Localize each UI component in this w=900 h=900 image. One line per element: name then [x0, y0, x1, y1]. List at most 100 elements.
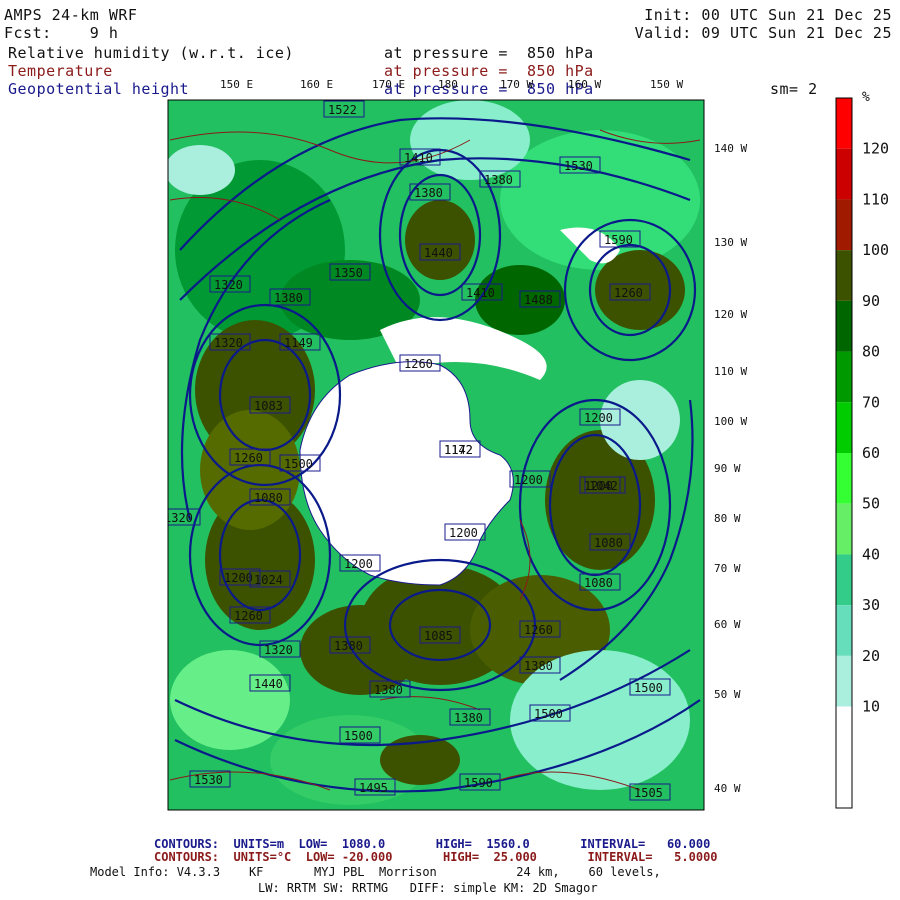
colorbar-label: 110: [862, 190, 889, 208]
colorbar-label: 90: [862, 292, 880, 310]
colorbar-swatch: [836, 98, 852, 149]
colorbar-swatch: [836, 554, 852, 606]
height-label: 1200: [449, 526, 478, 540]
height-label: 1380: [274, 291, 303, 305]
top-lon-label: 170 W: [500, 78, 533, 91]
height-label: 1260: [404, 357, 433, 371]
height-label: 1500: [534, 707, 563, 721]
height-label: 1380: [334, 639, 363, 653]
colorbar-label: 70: [862, 393, 880, 411]
height-label: 1200: [224, 571, 253, 585]
height-label: 1380: [414, 186, 443, 200]
colorbar-unit: %: [862, 90, 870, 105]
colorbar-swatch: [836, 148, 852, 200]
height-label: 1200: [344, 557, 373, 571]
right-lon-label: 80 W: [714, 512, 741, 525]
height-label: 1083: [254, 399, 283, 413]
colorbar-swatch: [836, 757, 852, 808]
colorbar-swatch: [836, 351, 852, 403]
height-label: 1500: [284, 457, 313, 471]
colorbar-swatch: [836, 605, 852, 656]
colorbar-label: 80: [862, 343, 880, 361]
height-label: 1380: [454, 711, 483, 725]
height-label: 1440: [254, 677, 283, 691]
colorbar-label: 10: [862, 698, 880, 716]
top-lon-label: 170 E: [372, 78, 405, 91]
height-label: 1320: [264, 643, 293, 657]
colorbar-label: 120: [862, 140, 889, 158]
right-lon-label: 120 W: [714, 308, 747, 321]
right-longitude-labels: 140 W 130 W 120 W 110 W 100 W 90 W 80 W 70 W 60 …: [714, 142, 747, 795]
height-label: 1495: [359, 781, 388, 795]
weather-map: 1522 1410 1380 1380 1530 1590 1440 1410 1488 1320…: [167, 78, 889, 811]
height-label: 1505: [634, 786, 663, 800]
right-lon-label: 140 W: [714, 142, 747, 155]
height-label: 1172: [444, 443, 473, 457]
height-label: 1590: [464, 776, 493, 790]
model-info: Model Info: V4.3.3 KF MYJ PBL Morrison 2…: [90, 865, 661, 879]
height-label: 1350: [334, 266, 363, 280]
height-label: 1380: [374, 683, 403, 697]
colorbar-label: 100: [862, 241, 889, 259]
height-label: 1080: [254, 491, 283, 505]
colorbar-label: 20: [862, 647, 880, 665]
height-label: 1080: [584, 576, 613, 590]
height-label: 1590: [604, 233, 633, 247]
colorbar-labels: 120 110 100 90 80 70 60 50 40 30 20 10: [862, 140, 889, 716]
top-lon-label: 150 W: [650, 78, 683, 91]
top-lon-label: 160 E: [300, 78, 333, 91]
height-label: 1080: [594, 536, 623, 550]
height-label: 1530: [194, 773, 223, 787]
height-label: 1440: [424, 246, 453, 260]
physics-info: LW: RRTM SW: RRTMG DIFF: simple KM: 2D S…: [258, 881, 598, 895]
colorbar-swatch: [836, 402, 852, 453]
colorbar-label: 30: [862, 596, 880, 614]
temperature-contour-info: CONTOURS: UNITS=°C LOW= -20.000 HIGH= 25…: [154, 850, 718, 864]
colorbar-swatch: [836, 453, 852, 504]
top-lon-label: 160 W: [568, 78, 601, 91]
right-lon-label: 40 W: [714, 782, 741, 795]
height-label: 1260: [234, 609, 263, 623]
height-label: 1260: [234, 451, 263, 465]
height-label: 1410: [404, 151, 433, 165]
colorbar-swatch: [836, 300, 852, 352]
top-lon-label: 150 E: [220, 78, 253, 91]
height-label: 1500: [344, 729, 373, 743]
height-label: 1260: [614, 286, 643, 300]
map-panel: 1522 1410 1380 1380 1530 1590 1440 1410 1488 1320…: [168, 100, 704, 810]
colorbar-label: 40: [862, 545, 880, 563]
height-label: 1085: [424, 629, 453, 643]
height-label: 1320: [214, 336, 243, 350]
right-lon-label: 100 W: [714, 415, 747, 428]
right-lon-label: 130 W: [714, 236, 747, 249]
colorbar-swatch: [836, 503, 852, 555]
colorbar-label: 60: [862, 444, 880, 462]
height-label: 1042: [589, 479, 618, 493]
height-label: 1200: [514, 473, 543, 487]
right-lon-label: 60 W: [714, 618, 741, 631]
height-label: 1500: [634, 681, 663, 695]
colorbar-swatch: [836, 199, 852, 251]
height-label: 1149: [284, 336, 313, 350]
colorbar-swatch: [836, 655, 852, 707]
height-label: 1530: [564, 159, 593, 173]
colorbar: [835, 97, 853, 809]
colorbar-label: 50: [862, 495, 880, 513]
height-label: 1380: [524, 659, 553, 673]
colorbar-swatch: [836, 706, 852, 758]
height-label: 1320: [214, 278, 243, 292]
top-lon-label: 180: [438, 78, 458, 91]
right-lon-label: 50 W: [714, 688, 741, 701]
height-label: 1200: [584, 411, 613, 425]
right-lon-label: 90 W: [714, 462, 741, 475]
height-label: 1410: [466, 286, 495, 300]
colorbar-swatch: [836, 250, 852, 301]
height-label: 1522: [328, 103, 357, 117]
right-lon-label: 110 W: [714, 365, 747, 378]
height-label: 1488: [524, 293, 553, 307]
height-label: 1024: [254, 573, 283, 587]
height-label: 1380: [484, 173, 513, 187]
height-label: 1260: [524, 623, 553, 637]
right-lon-label: 70 W: [714, 562, 741, 575]
top-longitude-labels: 150 E 160 E 170 E 180 170 W 160 W 150 W: [220, 78, 683, 91]
